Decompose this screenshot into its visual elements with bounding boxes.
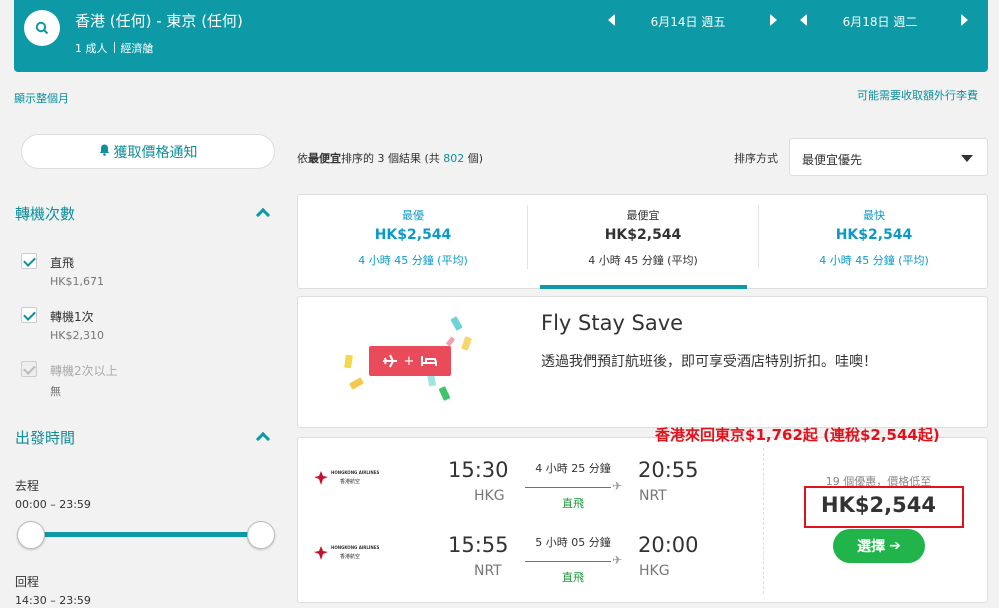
- show-month-link[interactable]: 顯示整個月: [14, 90, 69, 106]
- results-summary: 依最便宜排序的 3 個結果 (共 802 個): [297, 152, 484, 165]
- leg1-arr-code: NRT: [639, 488, 667, 504]
- sort-label: 排序方式: [734, 152, 778, 165]
- baggage-fee-link[interactable]: 可能需要收取額外行李費: [857, 87, 978, 103]
- outbound-range: 00:00 – 23:59: [15, 498, 91, 511]
- leg1-stops: 直飛: [562, 497, 584, 510]
- leg2-dep-time: 15:55: [448, 533, 509, 557]
- tab-cheapest[interactable]: 最便宜 HK$2,544 4 小時 45 分鐘 (平均): [528, 195, 758, 289]
- cabin-class: 經濟艙: [120, 42, 154, 55]
- stops-direct-checkbox[interactable]: [21, 253, 37, 269]
- bell-icon: [99, 144, 110, 160]
- return-label: 回程: [15, 575, 40, 589]
- airline-logo: HONGKONG AIRLINES 香港航空: [314, 545, 384, 563]
- bed-icon: [421, 356, 438, 366]
- tab-active-indicator: [540, 285, 747, 289]
- sort-value: 最便宜優先: [802, 153, 863, 167]
- flight-price: HK$2,544: [821, 493, 936, 517]
- chevron-up-icon[interactable]: [255, 207, 271, 223]
- confetti-decoration: [460, 336, 473, 351]
- flight-hotel-badge: +: [369, 346, 451, 376]
- sort-tabs: 最優 HK$2,544 4 小時 45 分鐘 (平均) 最便宜 HK$2,544…: [297, 194, 988, 289]
- confetti-decoration: [438, 386, 451, 401]
- return-range: 14:30 – 23:59: [15, 594, 91, 607]
- return-prev-icon[interactable]: [800, 14, 807, 26]
- airline-emblem-icon: [314, 471, 328, 485]
- leg1-dep-time: 15:30: [448, 458, 509, 482]
- stops-two-plus-price: 無: [50, 385, 61, 398]
- stops-two-plus-checkbox: [21, 361, 37, 377]
- stops-one-price: HK$2,310: [50, 329, 104, 342]
- caret-down-icon: [961, 155, 973, 162]
- leg2-arr-code: HKG: [639, 563, 670, 579]
- return-next-icon[interactable]: [961, 14, 968, 26]
- confetti-decoration: [349, 377, 364, 390]
- leg1-line: [525, 487, 611, 488]
- plus-sign: +: [403, 353, 415, 369]
- fly-stay-save-banner[interactable]: + Fly Stay Save 透過我們預訂航班後，即可享受酒店特別折扣。哇噢！: [297, 296, 988, 428]
- stops-filter-title: 轉機次數: [15, 205, 76, 223]
- sort-select[interactable]: 最便宜優先: [789, 138, 988, 176]
- search-summary-bar[interactable]: 香港 (任何) - 東京 (任何) 1 成人 經濟艙 6月14日 週五 6月18日…: [14, 0, 988, 72]
- airline-logo: HONGKONG AIRLINES 香港航空: [314, 470, 384, 488]
- return-date[interactable]: 6月18日 週二: [820, 13, 940, 30]
- airline-name-zh: 香港航空: [340, 479, 361, 485]
- outbound-slider-handle-start[interactable]: [17, 521, 45, 549]
- flight-result-card[interactable]: HONGKONG AIRLINES 香港航空 15:30 HKG 4 小時 25…: [297, 437, 988, 603]
- select-label: 選擇: [857, 539, 886, 555]
- tab-fastest[interactable]: 最快 HK$2,544 4 小時 45 分鐘 (平均): [759, 195, 989, 289]
- card-divider: [763, 448, 764, 594]
- airline-name-en: HONGKONG AIRLINES: [331, 545, 380, 550]
- search-icon: [35, 21, 49, 35]
- price-alert-label: 獲取價格通知: [113, 144, 198, 161]
- plane-icon: ✈: [612, 553, 623, 567]
- stops-two-plus-label: 轉機2次以上: [50, 364, 118, 378]
- stops-direct-label: 直飛: [50, 256, 75, 270]
- plane-icon: ✈: [612, 479, 623, 493]
- stops-direct-price: HK$1,671: [50, 275, 104, 288]
- leg2-dep-code: NRT: [474, 563, 502, 579]
- promo-description: 透過我們預訂航班後，即可享受酒店特別折扣。哇噢！: [541, 354, 877, 370]
- leg1-duration: 4 小時 25 分鐘: [535, 462, 611, 475]
- chevron-up-icon[interactable]: [255, 431, 271, 447]
- stops-one-checkbox[interactable]: [21, 307, 37, 323]
- price-annotation: 香港來回東京$1,762起 (連稅$2,544起): [655, 426, 940, 444]
- depart-date[interactable]: 6月14日 週五: [628, 13, 748, 30]
- outbound-label: 去程: [15, 479, 40, 493]
- leg2-stops: 直飛: [562, 571, 584, 584]
- leg1-dep-code: HKG: [474, 488, 505, 504]
- depart-next-icon[interactable]: [770, 14, 777, 26]
- depart-prev-icon[interactable]: [608, 14, 615, 26]
- search-button[interactable]: [24, 10, 60, 46]
- confetti-decoration: [450, 316, 463, 331]
- stops-one-label: 轉機1次: [50, 310, 94, 324]
- leg1-arr-time: 20:55: [638, 458, 699, 482]
- leg2-line: [525, 561, 611, 562]
- select-button[interactable]: 選擇 ➔: [833, 529, 925, 563]
- outbound-slider-handle-end[interactable]: [247, 521, 275, 549]
- price-alert-button[interactable]: 獲取價格通知: [21, 134, 275, 169]
- outbound-time-slider[interactable]: [31, 532, 261, 537]
- results-total: 802: [443, 152, 465, 165]
- plane-icon: [382, 354, 397, 368]
- results-sort-word: 最便宜: [308, 152, 341, 165]
- passenger-count: 1 成人: [75, 42, 108, 55]
- passenger-cabin: 1 成人 經濟艙: [75, 40, 154, 56]
- airline-name-zh: 香港航空: [340, 554, 361, 560]
- confetti-decoration: [344, 354, 353, 369]
- leg2-arr-time: 20:00: [638, 533, 699, 557]
- airline-name-en: HONGKONG AIRLINES: [331, 470, 380, 475]
- promo-title: Fly Stay Save: [541, 311, 684, 335]
- departure-time-title: 出發時間: [15, 429, 76, 447]
- leg2-duration: 5 小時 05 分鐘: [535, 536, 611, 549]
- route-text: 香港 (任何) - 東京 (任何): [75, 12, 243, 30]
- airline-emblem-icon: [314, 546, 328, 560]
- tab-best[interactable]: 最優 HK$2,544 4 小時 45 分鐘 (平均): [298, 195, 528, 289]
- arrow-right-icon: ➔: [889, 538, 901, 554]
